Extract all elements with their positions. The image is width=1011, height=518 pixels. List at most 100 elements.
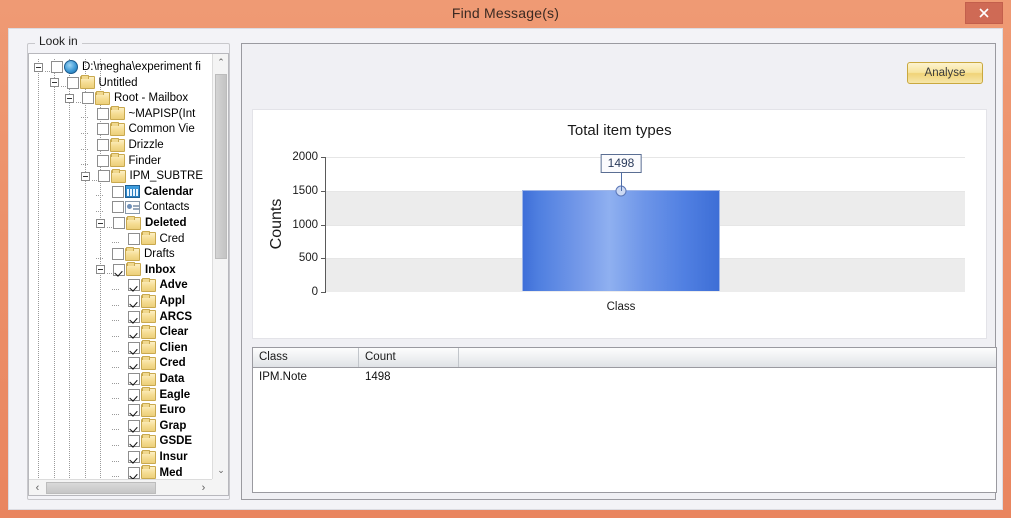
tree-item-checkbox[interactable] — [113, 217, 125, 229]
folder-icon — [110, 123, 125, 136]
tree-item[interactable]: Eagle — [112, 387, 191, 403]
collapse-expander-icon[interactable] — [81, 172, 90, 181]
tree-item[interactable]: Adve — [112, 277, 188, 293]
chart-y-tick-label: 1500 — [292, 185, 318, 197]
tree-item-label: GSDE — [159, 435, 193, 447]
tree-item[interactable]: Appl — [112, 293, 186, 309]
chart-y-tick — [321, 191, 326, 192]
tree-item-checkbox[interactable] — [128, 357, 140, 369]
tree-vertical-scrollbar[interactable]: ⌃ ⌄ — [212, 54, 228, 479]
tree-item[interactable]: ARCS — [112, 309, 193, 325]
folder-tree[interactable]: D:\megha\experiment fi UntitledRoot - Mai… — [29, 54, 214, 479]
tree-item-checkbox[interactable] — [128, 311, 140, 323]
chart-y-tick-label: 1000 — [292, 219, 318, 231]
tree-item-checkbox[interactable] — [97, 139, 109, 151]
tree-item-checkbox[interactable] — [128, 435, 140, 447]
tree-item[interactable]: Med — [112, 465, 183, 479]
tree-item[interactable]: IPM_SUBTRE — [81, 168, 204, 184]
tree-dotted-link — [112, 359, 122, 368]
collapse-expander-icon[interactable] — [96, 219, 105, 228]
tree-dotted-link — [112, 281, 122, 290]
tree-item-checkbox[interactable] — [128, 404, 140, 416]
tree-item-checkbox[interactable] — [128, 342, 140, 354]
tree-item-checkbox[interactable] — [128, 295, 140, 307]
scroll-right-arrow-icon[interactable]: › — [195, 480, 212, 496]
tree-item[interactable]: Inbox — [96, 262, 176, 278]
table-row[interactable]: IPM.Note1498 — [253, 368, 996, 386]
folder-icon — [141, 357, 156, 370]
tree-item-checkbox[interactable] — [82, 92, 94, 104]
chart-card: Total item types Counts 0500100015002000… — [252, 109, 987, 339]
tree-item-checkbox[interactable] — [128, 326, 140, 338]
table-column-header[interactable]: Class — [253, 348, 359, 367]
tree-item-checkbox[interactable] — [128, 467, 140, 479]
tree-item[interactable]: Finder — [81, 153, 162, 169]
tree-item-checkbox[interactable] — [112, 248, 124, 260]
tree-item-checkbox[interactable] — [97, 155, 109, 167]
tree-item[interactable]: Data — [112, 371, 185, 387]
tree-item-checkbox[interactable] — [113, 264, 125, 276]
tree-item-checkbox[interactable] — [128, 389, 140, 401]
tree-item-label: Med — [159, 467, 183, 479]
tree-dotted-link — [112, 343, 122, 352]
tree-item-checkbox[interactable] — [128, 451, 140, 463]
horizontal-scroll-thumb[interactable] — [46, 482, 156, 494]
tree-item[interactable]: Clear — [112, 324, 189, 340]
tree-item-checkbox[interactable] — [128, 420, 140, 432]
tree-item[interactable]: Cred — [112, 355, 186, 371]
folder-icon — [141, 232, 156, 245]
chart-y-tick — [321, 292, 326, 293]
tree-item-label: Clear — [159, 326, 189, 338]
tree-item[interactable]: D:\megha\experiment fi — [34, 59, 201, 75]
tree-item-checkbox[interactable] — [128, 279, 140, 291]
table-column-header[interactable]: Count — [359, 348, 459, 367]
collapse-expander-icon[interactable] — [65, 94, 74, 103]
tree-item-checkbox[interactable] — [112, 201, 124, 213]
collapse-expander-icon[interactable] — [50, 78, 59, 87]
tree-item[interactable]: Common Vie — [81, 121, 195, 137]
tree-item[interactable]: ~MAPISP(Int — [81, 106, 196, 122]
tree-item-checkbox[interactable] — [67, 77, 79, 89]
tree-item[interactable]: GSDE — [112, 433, 193, 449]
tree-item-label: Calendar — [143, 186, 193, 198]
scroll-up-arrow-icon[interactable]: ⌃ — [213, 54, 229, 71]
tree-item[interactable]: Deleted — [96, 215, 187, 231]
tree-item[interactable]: Root - Mailbox — [65, 90, 188, 106]
tree-item[interactable]: Contacts — [96, 199, 189, 215]
tree-horizontal-scrollbar[interactable]: ‹ › — [29, 479, 212, 495]
scroll-down-arrow-icon[interactable]: ⌄ — [213, 462, 229, 479]
analyse-button[interactable]: Analyse — [907, 62, 983, 84]
find-messages-window: Find Message(s) Look in D:\megha\experim… — [0, 0, 1011, 518]
tree-connector-line — [38, 59, 39, 479]
tree-item[interactable]: Clien — [112, 340, 188, 356]
tree-item-label: D:\megha\experiment fi — [81, 61, 201, 73]
tree-item-checkbox[interactable] — [112, 186, 124, 198]
collapse-expander-icon[interactable] — [96, 265, 105, 274]
tree-item[interactable]: Drizzle — [81, 137, 164, 153]
tree-item-checkbox[interactable] — [97, 108, 109, 120]
tree-item[interactable]: Insur — [112, 449, 188, 465]
tree-item[interactable]: Drafts — [96, 246, 175, 262]
tree-item-label: Drafts — [143, 248, 175, 260]
chart-bar[interactable] — [522, 190, 720, 291]
tree-item-checkbox[interactable] — [98, 170, 110, 182]
tree-item[interactable]: Euro — [112, 402, 186, 418]
tree-item-checkbox[interactable] — [97, 123, 109, 135]
tree-item[interactable]: Calendar — [96, 184, 193, 200]
collapse-expander-icon[interactable] — [34, 63, 43, 72]
tree-item[interactable]: Untitled — [50, 75, 138, 91]
folder-icon — [141, 310, 156, 323]
tree-item[interactable]: Cred — [112, 231, 185, 247]
tree-dotted-link — [81, 141, 91, 150]
scroll-left-arrow-icon[interactable]: ‹ — [29, 480, 46, 496]
tree-item-checkbox[interactable] — [51, 61, 63, 73]
tree-item-checkbox[interactable] — [128, 373, 140, 385]
chart-plot-area: 05001000150020001498Class — [325, 157, 965, 292]
close-button[interactable] — [965, 2, 1003, 24]
tree-item[interactable]: Grap — [112, 418, 187, 434]
table-column-header[interactable] — [459, 348, 996, 367]
tree-item-checkbox[interactable] — [128, 233, 140, 245]
vertical-scroll-thumb[interactable] — [215, 74, 227, 259]
tree-item-label: Inbox — [144, 264, 176, 276]
folder-icon — [80, 76, 95, 89]
